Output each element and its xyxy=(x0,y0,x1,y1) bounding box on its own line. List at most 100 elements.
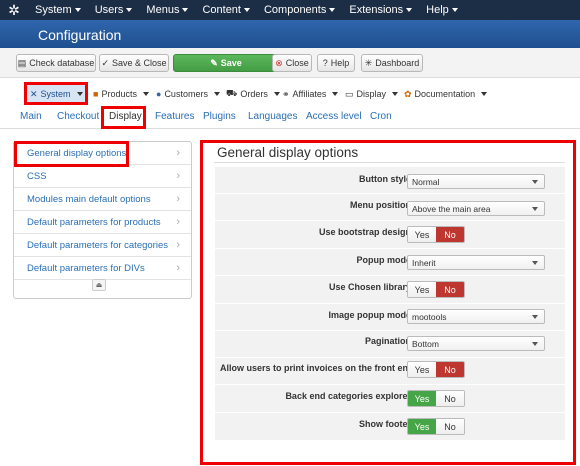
menu-help-label: Help xyxy=(426,4,449,16)
lifebuoy-icon: ✿ xyxy=(404,88,412,99)
tab-checkout[interactable]: Checkout xyxy=(57,111,99,122)
pagination-select[interactable]: Bottom xyxy=(407,336,545,351)
field-show-footer: Show footer Yes No xyxy=(215,413,565,441)
chevron-right-icon: › xyxy=(176,216,180,228)
collapse-sidebar-button[interactable]: ⏏ xyxy=(92,279,106,291)
sidebar-item-modules[interactable]: Modules main default options › xyxy=(14,188,191,211)
check-database-button[interactable]: ▤ Check database xyxy=(16,54,96,72)
cm-orders[interactable]: ⛟ Orders xyxy=(226,85,280,103)
sidebar-item-general-display[interactable]: General display options › xyxy=(14,142,191,165)
chevron-down-icon xyxy=(532,315,538,319)
tab-plugins[interactable]: Plugins xyxy=(203,111,236,122)
save-button[interactable]: ✎ Save xyxy=(173,54,279,72)
menu-menus[interactable]: Menus xyxy=(139,0,195,20)
field-button-style: Button style Normal xyxy=(215,167,565,194)
check-icon: ✓ xyxy=(101,57,109,68)
menu-extensions-label: Extensions xyxy=(349,4,404,16)
sidebar-item-label: General display options xyxy=(27,147,127,159)
sidebar-item-css[interactable]: CSS › xyxy=(14,165,191,188)
print-invoices-toggle[interactable]: Yes No xyxy=(407,361,465,378)
menu-system[interactable]: System xyxy=(28,0,88,20)
toggle-yes[interactable]: Yes xyxy=(408,419,436,434)
panel-divider xyxy=(214,162,565,163)
toggle-yes[interactable]: Yes xyxy=(408,227,436,242)
chevron-down-icon xyxy=(273,92,280,96)
toggle-no[interactable]: No xyxy=(436,391,464,406)
help-button[interactable]: ? Help xyxy=(317,54,355,72)
show-footer-toggle[interactable]: Yes No xyxy=(407,418,465,435)
tab-access-level[interactable]: Access level xyxy=(306,111,362,122)
tab-features[interactable]: Features xyxy=(155,111,194,122)
sidebar-item-products[interactable]: Default parameters for products › xyxy=(14,211,191,234)
field-label: Allow users to print invoices on the fro… xyxy=(220,363,414,373)
chevron-down-icon xyxy=(532,261,538,265)
sidebar-item-label: Default parameters for categories xyxy=(27,239,168,251)
menu-content[interactable]: Content xyxy=(195,0,257,20)
popup-mode-select[interactable]: Inherit xyxy=(407,255,545,270)
cm-customers[interactable]: ● Customers xyxy=(156,85,220,103)
chevron-down-icon xyxy=(142,92,149,96)
cm-affiliates[interactable]: ⚭ Affiliates xyxy=(282,85,339,103)
field-label: Button style xyxy=(358,174,411,184)
toggle-yes[interactable]: Yes xyxy=(408,391,436,406)
use-bootstrap-toggle[interactable]: Yes No xyxy=(407,226,465,243)
dashboard-button[interactable]: ✳ Dashboard xyxy=(361,54,423,72)
chevron-right-icon: › xyxy=(176,262,180,274)
menu-system-label: System xyxy=(35,4,72,16)
tab-main[interactable]: Main xyxy=(20,111,42,122)
chevron-down-icon xyxy=(332,92,339,96)
sidebar-item-divs[interactable]: Default parameters for DIVs › xyxy=(14,257,191,280)
chevron-down-icon xyxy=(182,8,189,12)
button-style-select[interactable]: Normal xyxy=(407,174,545,189)
menu-help[interactable]: Help xyxy=(419,0,465,20)
toggle-no[interactable]: No xyxy=(436,419,464,434)
check-database-label: Check database xyxy=(29,58,95,68)
menu-users-label: Users xyxy=(94,4,124,16)
menu-users[interactable]: Users xyxy=(88,0,140,20)
chevron-right-icon: › xyxy=(176,170,180,182)
use-chosen-toggle[interactable]: Yes No xyxy=(407,281,465,298)
toggle-no[interactable]: No xyxy=(436,282,464,297)
component-menu: ✕ System ■ Products ● Customers ⛟ Orders ⚭ Af… xyxy=(0,81,580,105)
chevron-down-icon xyxy=(392,92,399,96)
close-button[interactable]: ⊗ Close xyxy=(272,54,312,72)
field-label: Pagination xyxy=(364,336,411,346)
dashboard-label: Dashboard xyxy=(375,58,420,68)
link-icon: ⚭ xyxy=(282,88,290,99)
menu-components[interactable]: Components xyxy=(257,0,342,20)
select-value: mootools xyxy=(412,311,447,322)
chevron-down-icon xyxy=(329,8,336,12)
toggle-yes[interactable]: Yes xyxy=(408,282,436,297)
categories-explorer-toggle[interactable]: Yes No xyxy=(407,390,465,407)
toggle-no[interactable]: No xyxy=(436,227,464,242)
title-band: Configuration xyxy=(0,20,580,48)
field-label: Back end categories explorer xyxy=(285,391,411,401)
menu-extensions[interactable]: Extensions xyxy=(342,0,419,20)
image-popup-mode-select[interactable]: mootools xyxy=(407,309,545,324)
cm-documentation[interactable]: ✿ Documentation xyxy=(404,85,488,103)
tab-languages[interactable]: Languages xyxy=(248,111,298,122)
cm-system[interactable]: ✕ System xyxy=(26,85,87,103)
tab-display[interactable]: Display xyxy=(109,111,142,122)
field-print-invoices: Allow users to print invoices on the fro… xyxy=(215,358,565,385)
cm-orders-label: Orders xyxy=(240,89,268,99)
toggle-no[interactable]: No xyxy=(436,362,464,377)
cm-display[interactable]: ▭ Display xyxy=(345,85,399,103)
field-use-bootstrap: Use bootstrap design Yes No xyxy=(215,221,565,249)
tools-icon: ✕ xyxy=(30,88,38,99)
tab-cron[interactable]: Cron xyxy=(370,111,392,122)
save-close-button[interactable]: ✓ Save & Close xyxy=(99,54,169,72)
toggle-yes[interactable]: Yes xyxy=(408,362,436,377)
sidebar-item-categories[interactable]: Default parameters for categories › xyxy=(14,234,191,257)
box-icon: ■ xyxy=(93,89,99,99)
toolbar: ▤ Check database ✓ Save & Close ✎ Save ⊗ Clo… xyxy=(0,48,580,78)
field-label: Show footer xyxy=(359,419,411,429)
menu-position-select[interactable]: Above the main area xyxy=(407,201,545,216)
close-icon: ⊗ xyxy=(275,57,283,68)
settings-sidebar: General display options › CSS › Modules ma… xyxy=(13,141,192,299)
cm-documentation-label: Documentation xyxy=(414,89,476,99)
joomla-logo-icon[interactable]: ✲ xyxy=(0,0,28,20)
eject-icon: ⏏ xyxy=(95,282,103,289)
chevron-down-icon xyxy=(481,92,488,96)
cm-products[interactable]: ■ Products xyxy=(93,85,149,103)
